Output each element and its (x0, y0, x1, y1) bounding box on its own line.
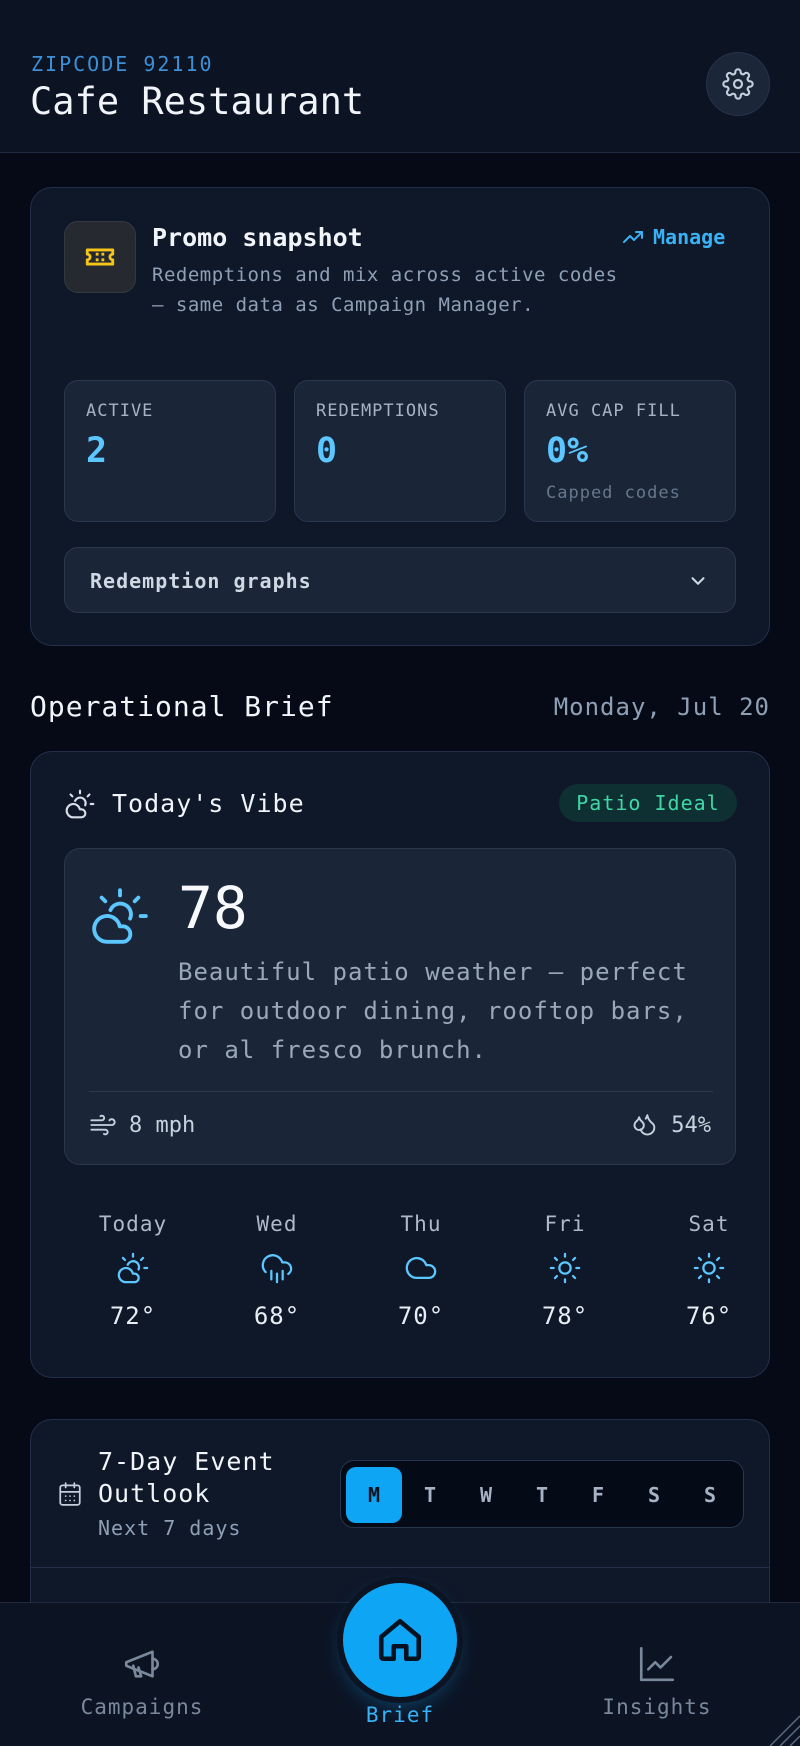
settings-button[interactable] (706, 52, 770, 116)
forecast-day-label: Today (98, 1212, 168, 1236)
wind-readout: 8 mph (89, 1111, 195, 1139)
stat-active: ACTIVE 2 (64, 380, 276, 522)
event-outlook-title: 7-Day Event Outlook (98, 1447, 275, 1508)
line-chart-icon (639, 1646, 675, 1682)
chevron-down-icon (691, 577, 705, 585)
current-temperature: 78 (178, 874, 248, 942)
promo-snapshot-card: Promo snapshot Redemptions and mix acros… (30, 187, 770, 646)
nav-brief-button[interactable] (343, 1583, 457, 1697)
forecast-day-label: Thu (400, 1212, 442, 1236)
calendar-icon (59, 1482, 81, 1506)
wind-value: 8 mph (129, 1112, 196, 1138)
forecast-temp: 72° (109, 1302, 157, 1330)
forecast-day: Wed 68° (222, 1212, 332, 1330)
forecast-day: Today 72° (78, 1212, 188, 1330)
day-button-tue[interactable]: T (402, 1467, 458, 1523)
stat-label: REDEMPTIONS (316, 401, 440, 421)
stat-value: 2 (86, 431, 108, 471)
forecast-temp: 70° (397, 1302, 445, 1330)
manage-link[interactable]: Manage (621, 225, 725, 249)
todays-vibe-card: Today's Vibe Patio Ideal 78 Beautiful pa… (30, 751, 770, 1378)
divider (89, 1091, 713, 1092)
weather-description: Beautiful patio weather — perfect for ou… (178, 958, 688, 1064)
app-header: ZIPCODE 92110 Cafe Restaurant (0, 0, 800, 153)
redemption-graphs-label: Redemption graphs (90, 569, 312, 593)
stat-label: ACTIVE (86, 401, 154, 421)
humidity-readout: 54% (631, 1111, 711, 1139)
divider (31, 1567, 769, 1568)
forecast-day: Fri 78° (510, 1212, 620, 1330)
nav-campaigns[interactable]: Campaigns (62, 1643, 222, 1719)
partly-sunny-icon (65, 789, 95, 819)
sun-icon (549, 1252, 581, 1284)
page-title: Cafe Restaurant (30, 80, 365, 123)
promo-icon-tile (64, 221, 136, 293)
nav-insights[interactable]: Insights (577, 1643, 737, 1719)
weather-panel: 78 Beautiful patio weather — perfect for… (64, 848, 736, 1165)
nav-brief-label: Brief (365, 1703, 435, 1727)
day-picker: M T W T F S S (340, 1460, 744, 1528)
stat-label: AVG CAP FILL (546, 401, 681, 421)
trending-up-icon (623, 231, 643, 243)
redemption-graphs-toggle[interactable]: Redemption graphs (64, 547, 736, 613)
humidity-value: 54% (671, 1112, 711, 1138)
stat-avg-cap-fill: AVG CAP FILL 0% Capped codes (524, 380, 736, 522)
zipcode-label: ZIPCODE 92110 (31, 52, 214, 76)
forecast-temp: 76° (685, 1302, 733, 1330)
forecast-row: Today 72° Wed 68° Thu 70° Fri 78° Sat 76… (31, 1212, 771, 1332)
droplets-icon (633, 1114, 656, 1136)
partly-sunny-icon (92, 888, 148, 944)
day-button-wed[interactable]: W (458, 1467, 514, 1523)
operational-brief-title: Operational Brief (30, 690, 334, 723)
status-badge: Patio Ideal (559, 784, 737, 822)
forecast-temp: 78° (541, 1302, 589, 1330)
stat-sub: Capped codes (546, 483, 681, 503)
home-icon (378, 1618, 422, 1662)
forecast-day-label: Wed (256, 1212, 298, 1236)
megaphone-icon (124, 1650, 159, 1678)
day-button-sat[interactable]: S (626, 1467, 682, 1523)
promo-title: Promo snapshot (152, 223, 363, 252)
brief-date: Monday, Jul 20 (553, 693, 770, 721)
nav-insights-label: Insights (602, 1695, 712, 1719)
vibe-title: Today's Vibe (112, 789, 305, 818)
manage-label: Manage (653, 225, 726, 249)
day-button-sun[interactable]: S (682, 1467, 738, 1523)
day-button-thu[interactable]: T (514, 1467, 570, 1523)
cloud-icon (405, 1256, 437, 1280)
day-button-fri[interactable]: F (570, 1467, 626, 1523)
promo-description: Redemptions and mix across active codes … (152, 264, 618, 316)
bottom-nav: Campaigns Brief Insights (0, 1583, 800, 1746)
stat-value: 0 (316, 431, 338, 471)
forecast-temp: 68° (253, 1302, 301, 1330)
forecast-day-label: Fri (544, 1212, 586, 1236)
forecast-day: Thu 70° (366, 1212, 476, 1330)
rain-icon (261, 1254, 293, 1284)
stat-redemptions: REDEMPTIONS 0 (294, 380, 506, 522)
forecast-day-label: Sat (688, 1212, 730, 1236)
stat-value: 0% (546, 431, 589, 471)
sun-icon (693, 1252, 725, 1284)
event-outlook-subtitle: Next 7 days (98, 1516, 242, 1540)
nav-campaigns-label: Campaigns (80, 1695, 204, 1719)
gear-icon (722, 68, 754, 100)
forecast-day: Sat 76° (654, 1212, 764, 1330)
wind-icon (90, 1114, 116, 1136)
resize-grip-icon (769, 1715, 800, 1746)
partly-sunny-icon (117, 1252, 149, 1284)
ticket-icon (85, 248, 115, 266)
day-button-mon[interactable]: M (346, 1467, 402, 1523)
